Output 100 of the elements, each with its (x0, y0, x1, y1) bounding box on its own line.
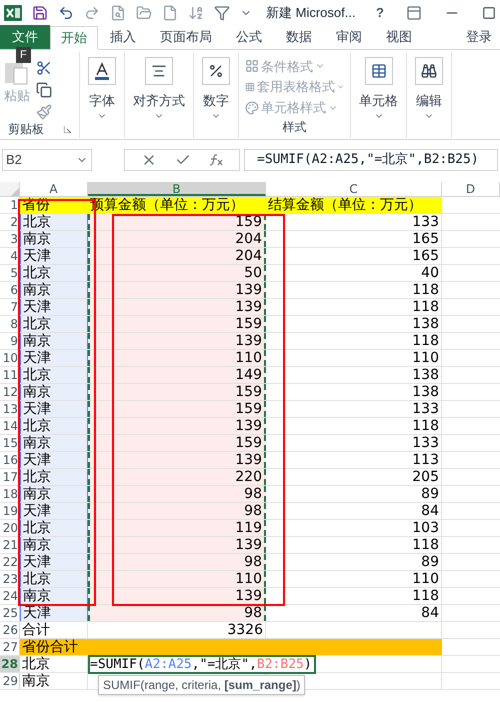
ribbon-tab[interactable]: 插入 (98, 25, 148, 49)
ribbon-display-icon[interactable] (406, 5, 422, 21)
table-cell: 北京 (20, 469, 88, 485)
maximize-icon[interactable] (482, 6, 496, 20)
ribbon-tab[interactable]: 审阅 (324, 25, 374, 49)
help-button[interactable]: ? (376, 3, 384, 23)
table-cell: 89 (266, 554, 442, 570)
table-cell: 110 (266, 571, 442, 587)
table-cell: 133 (266, 435, 442, 451)
undo-icon[interactable] (58, 5, 74, 21)
table-cell: 159 (88, 435, 266, 451)
sign-in-link[interactable]: 登录 (466, 25, 492, 49)
row-header[interactable]: 26 (0, 622, 20, 638)
table-cell: 结算金额（单位：万元） (266, 197, 442, 213)
table-cell: 110 (88, 350, 266, 366)
table-cell: 98 (88, 554, 266, 570)
table-cell: 165 (266, 231, 442, 247)
dialog-launcher-icon[interactable] (64, 126, 71, 132)
table-cell: 139 (88, 418, 266, 434)
row-header[interactable]: 28 (0, 656, 20, 672)
binoculars-icon (421, 63, 437, 79)
table-cell: 159 (88, 384, 266, 400)
table-cell: 天津 (20, 452, 88, 468)
table-cell: 50 (88, 265, 266, 281)
table-cell: 118 (266, 299, 442, 315)
table-cell: 北京 (20, 316, 88, 332)
column-header[interactable]: D (442, 182, 500, 196)
filter-icon[interactable] (214, 5, 230, 21)
table-icon (370, 63, 386, 79)
formula-field[interactable]: =SUMIF(A2:A25,"=北京",B2:B25) (244, 149, 498, 171)
table-cell: 118 (266, 418, 442, 434)
table-cell: 天津 (20, 503, 88, 519)
window-title: 新建 Microsof... (266, 4, 356, 22)
table-cell: 159 (88, 401, 266, 417)
table-cell: 139 (88, 588, 266, 604)
file-tab[interactable]: 文件 (0, 25, 50, 49)
print-preview-icon[interactable] (110, 5, 126, 21)
excel-logo-icon[interactable] (4, 5, 22, 21)
copy-icon[interactable] (36, 82, 52, 98)
row-header[interactable]: 29 (0, 673, 20, 689)
table-cell: 204 (88, 248, 266, 264)
group-label: 剪贴板 (8, 121, 44, 138)
function-tooltip: SUMIF(range, criteria, [sum_range]) (98, 675, 306, 695)
table-cell: 139 (88, 537, 266, 553)
table-cell: 89 (266, 486, 442, 502)
redo-icon[interactable] (84, 5, 100, 21)
table-cell: 南京 (20, 435, 88, 451)
table-cell: 113 (266, 452, 442, 468)
table-cell: 南京 (20, 384, 88, 400)
table-cell: 139 (88, 452, 266, 468)
table-cell: 3326 (88, 622, 266, 638)
ribbon-tab[interactable]: 视图 (374, 25, 424, 49)
table-cell: 119 (88, 520, 266, 536)
table-cell: 138 (266, 316, 442, 332)
ribbon-tab[interactable]: 页面布局 (148, 25, 224, 49)
table-cell: 98 (88, 605, 266, 621)
table-cell: 118 (266, 282, 442, 298)
ribbon-tab[interactable]: 开始 (50, 26, 98, 50)
ribbon-button[interactable]: 对齐方式 (133, 57, 185, 110)
cut-icon[interactable] (36, 60, 52, 76)
table-cell: 天津 (20, 350, 88, 366)
cell-editor[interactable]: =SUMIF(A2:A25,"=北京",B2:B25) (88, 655, 316, 674)
table-cell: 40 (266, 265, 442, 281)
table-cell: 118 (266, 537, 442, 553)
column-header[interactable]: B (88, 182, 266, 196)
table-cell: 98 (88, 486, 266, 502)
table-cell: 北京 (20, 214, 88, 230)
table-cell: 204 (88, 231, 266, 247)
table-cell: 天津 (20, 248, 88, 264)
table-cell: 南京 (20, 588, 88, 604)
column-header[interactable]: C (266, 182, 442, 196)
ribbon-tab[interactable]: 数据 (274, 25, 324, 49)
save-icon[interactable] (32, 5, 48, 21)
table-cell: 103 (266, 520, 442, 536)
table-cell: 159 (88, 316, 266, 332)
table-cell: 110 (88, 571, 266, 587)
group-label: 样式 (282, 119, 306, 136)
table-cell: 南京 (20, 333, 88, 349)
table-cell: 149 (88, 367, 266, 383)
new-file-icon[interactable] (162, 5, 178, 21)
insert-function-icon[interactable] (209, 154, 223, 166)
table-cell: 南京 (20, 231, 88, 247)
table-cell: 合计 (20, 622, 88, 638)
ribbon-button[interactable]: 单元格 (359, 57, 398, 110)
table-cell: 138 (266, 367, 442, 383)
table-cell: 南京 (20, 486, 88, 502)
table-cell: 北京 (20, 571, 88, 587)
sort-icon[interactable] (188, 5, 204, 21)
table-cell: 133 (266, 401, 442, 417)
table-cell: 133 (266, 214, 442, 230)
folder-icon[interactable] (136, 5, 152, 21)
table-cell: 北京 (20, 418, 88, 434)
table-cell: 南京 (20, 673, 88, 689)
name-box[interactable]: B2 (2, 149, 92, 171)
table-cell: 98 (88, 503, 266, 519)
table-cell: 118 (266, 588, 442, 604)
ribbon-tab[interactable]: 公式 (224, 25, 274, 49)
table-cell: 南京 (20, 537, 88, 553)
table-cell: 天津 (20, 299, 88, 315)
format-painter-icon[interactable] (36, 104, 52, 120)
